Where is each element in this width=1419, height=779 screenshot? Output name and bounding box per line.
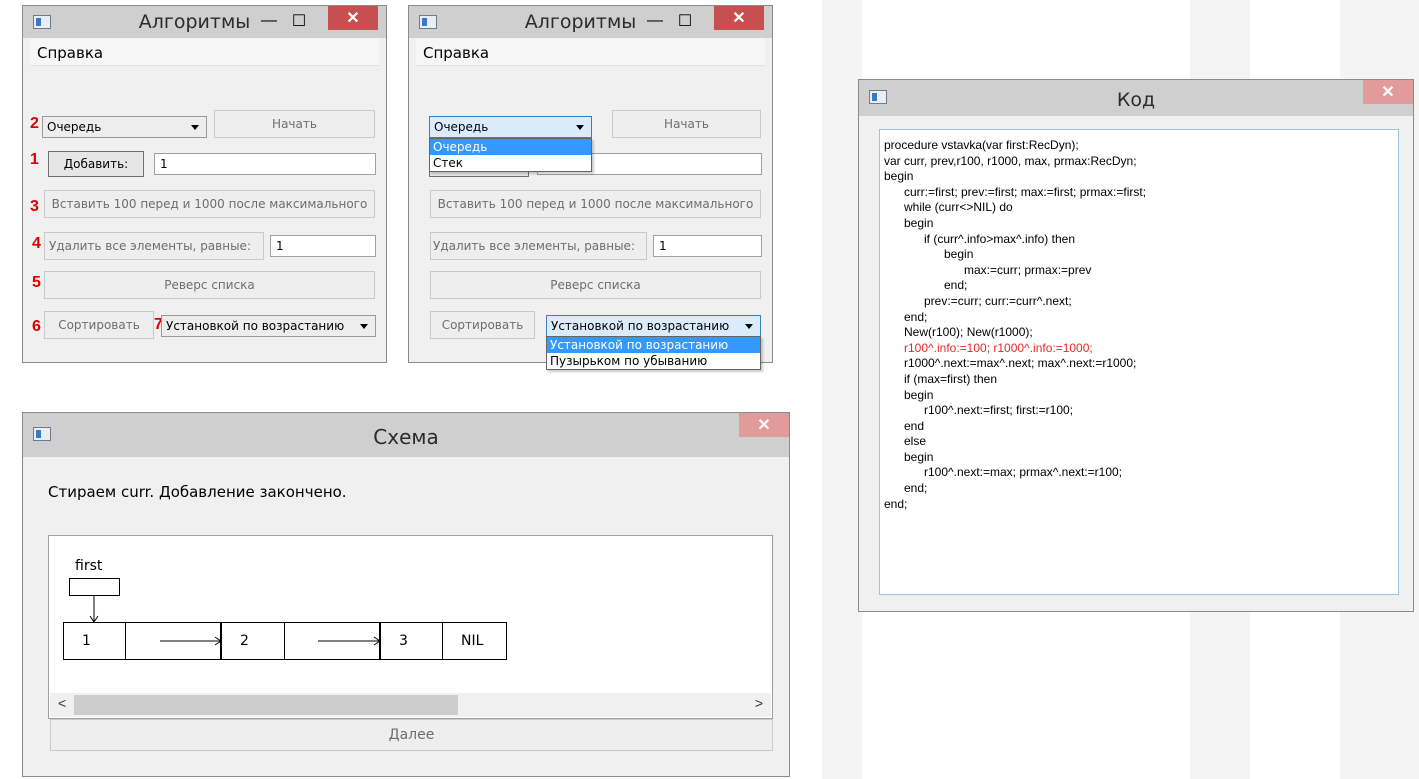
marker-2: 2 [30,115,39,132]
watermark [822,0,862,779]
code-line: procedure vstavka(var first:RecDyn); [884,138,1079,152]
code-line: while (curr<>NIL) do [884,200,1013,215]
delete-label: Удалить все элементы, равные: [49,239,251,253]
code-line: if (max=first) then [884,371,998,386]
delete-label: Удалить все элементы, равные: [433,239,635,253]
sort-button[interactable]: Сортировать [44,311,154,339]
client-area: Стираем curr. Добавление закончено. firs… [31,457,781,771]
structure-dropdown: Очередь Стек [429,138,592,172]
code-editor[interactable]: procedure vstavka(var first:RecDyn); var … [879,129,1399,595]
close-icon[interactable]: ✕ [1363,80,1413,104]
code-line: prev:=curr; curr:=curr^.next; [884,293,1072,308]
sort-combo[interactable]: Установкой по возрастанию [161,315,376,337]
code-window: Код ✕ procedure vstavka(var first:RecDyn… [858,79,1414,612]
title-bar[interactable]: Алгоритмы — ☐ ✕ [409,6,772,38]
code-line: begin [884,387,934,402]
code-line: if (curr^.info>max^.info) then [884,231,1075,246]
title-bar[interactable]: Схема ✕ [23,413,789,457]
scroll-left-icon[interactable]: < [58,695,66,711]
sort-dropdown: Установкой по возрастанию Пузырьком по у… [546,336,761,370]
insert-button[interactable]: Вставить 100 перед и 1000 после максимал… [430,190,761,218]
code-line: end; [884,496,908,511]
status-message: Стираем curr. Добавление закончено. [48,483,347,501]
menu-bar: Справка [30,38,379,66]
chevron-down-icon [191,125,199,130]
sort-combo-value: Установкой по возрастанию [166,319,345,333]
code-line: New(r100); New(r1000); [884,325,1033,340]
code-line: max:=curr; prmax:=prev [884,262,1092,277]
code-line: r1000^.next:=max^.next; max^.next:=r1000… [884,356,1137,371]
menu-help[interactable]: Справка [37,44,103,62]
scheme-canvas: first 1 2 3 NIL < > [48,535,773,719]
add-value-input[interactable]: 1 [154,153,376,175]
next-button[interactable]: Далее [50,719,773,751]
chevron-down-icon [745,324,753,329]
structure-combo-value: Очередь [434,120,489,134]
structure-combo-value: Очередь [47,120,102,134]
sort-combo[interactable]: Установкой по возрастанию [546,315,761,337]
horizontal-scrollbar[interactable]: < > [50,693,771,717]
marker-3: 3 [30,198,39,215]
maximize-icon[interactable]: ☐ [284,9,314,33]
marker-5: 5 [32,274,41,291]
scroll-right-icon[interactable]: > [755,695,763,711]
scroll-thumb[interactable] [74,695,458,715]
start-button[interactable]: Начать [214,110,375,138]
close-icon[interactable]: ✕ [739,413,789,437]
chevron-down-icon [576,125,584,130]
window-title: Схема [373,425,439,449]
dropdown-option[interactable]: Очередь [430,139,591,155]
scheme-window: Схема ✕ Стираем curr. Добавление законче… [22,412,790,777]
code-line: end [884,418,925,433]
code-line: r100^.next:=first; first:=r100; [884,403,1074,418]
minimize-icon[interactable]: — [640,9,670,33]
link-arrows [89,596,381,646]
minimize-icon[interactable]: — [254,9,284,33]
code-line: begin [884,247,974,262]
algorithms-window-left: Алгоритмы — ☐ ✕ Справка 2 Очередь 8 Нача… [22,5,387,363]
menu-bar: Справка [416,38,765,66]
code-line: end; [884,278,968,293]
code-line: begin [884,169,914,184]
code-line: r100^.next:=max; prmax^.next:=r100; [884,465,1123,480]
window-title: Код [1116,89,1156,111]
reverse-button[interactable]: Реверс списка [430,271,761,299]
code-line: begin [884,215,934,230]
client-area: procedure vstavka(var first:RecDyn); var … [867,116,1405,603]
menu-help[interactable]: Справка [423,44,489,62]
add-button[interactable]: Добавить: [48,151,144,177]
code-line: begin [884,449,934,464]
structure-combo[interactable]: Очередь [42,116,207,138]
reverse-button[interactable]: Реверс списка [44,271,375,299]
code-line: var curr, prev,r100, r1000, max, prmax:R… [884,153,1137,168]
delete-value-input[interactable]: 1 [653,235,762,257]
insert-button[interactable]: Вставить 100 перед и 1000 после максимал… [44,190,375,218]
start-button[interactable]: Начать [612,110,761,138]
marker-4: 4 [32,235,41,252]
dropdown-option[interactable]: Стек [430,155,591,171]
code-line: curr:=first; prev:=first; max:=first; pr… [884,184,1147,199]
client-area: Справка Очередь Начать Очередь Стек Вста… [416,38,765,370]
chevron-down-icon [360,324,368,329]
title-bar[interactable]: Код ✕ [859,80,1413,116]
dropdown-option[interactable]: Установкой по возрастанию [547,337,760,353]
marker-6: 6 [32,318,41,335]
code-line: r100^.info:=100; r1000^.info:=1000; [884,340,1093,355]
code-line: end; [884,309,928,324]
client-area: Справка 2 Очередь 8 Начать 1 Добавить: 1… [30,38,379,355]
delete-value-input[interactable]: 1 [270,235,376,257]
maximize-icon[interactable]: ☐ [670,9,700,33]
code-line: end; [884,481,928,496]
dropdown-option[interactable]: Пузырьком по убыванию [547,353,760,369]
sort-button[interactable]: Сортировать [430,311,535,339]
close-icon[interactable]: ✕ [714,6,764,30]
structure-combo[interactable]: Очередь [429,116,592,138]
close-icon[interactable]: ✕ [328,6,378,30]
code-line: else [884,434,927,449]
marker-1: 1 [30,151,39,168]
algorithms-window-right: Алгоритмы — ☐ ✕ Справка Очередь Начать О… [408,5,773,370]
title-bar[interactable]: Алгоритмы — ☐ ✕ [23,6,386,38]
sort-combo-value: Установкой по возрастанию [551,319,730,333]
